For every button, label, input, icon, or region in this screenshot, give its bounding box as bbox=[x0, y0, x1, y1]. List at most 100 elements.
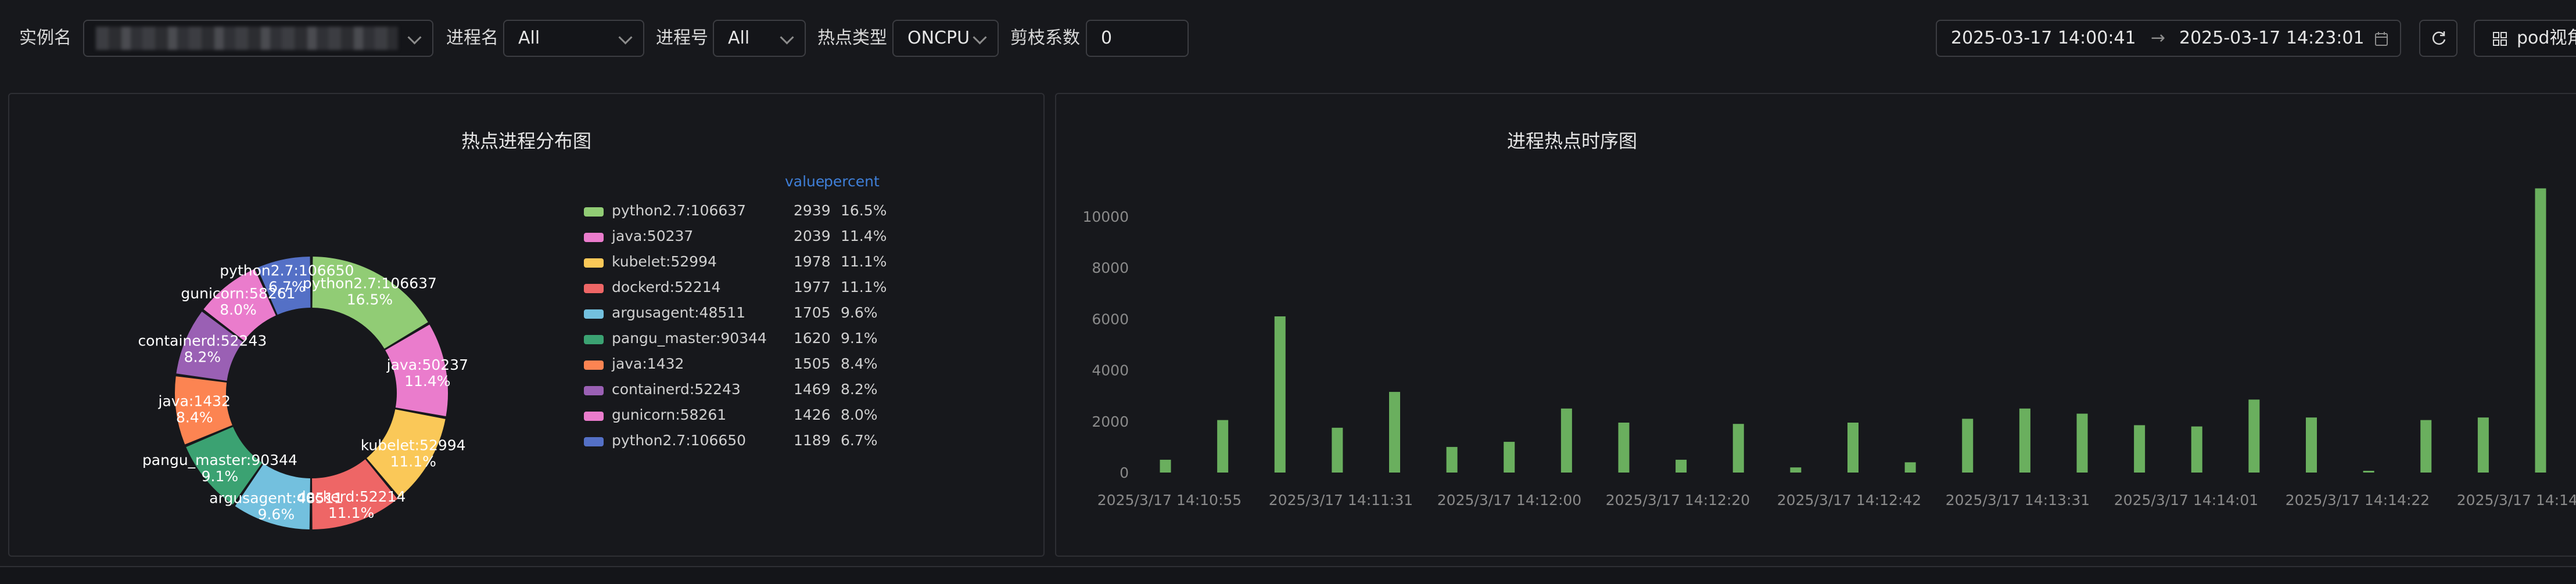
bar[interactable] bbox=[1904, 462, 1916, 473]
bar[interactable] bbox=[1676, 459, 1687, 473]
legend-swatch bbox=[584, 361, 604, 370]
bar[interactable] bbox=[1274, 316, 1286, 473]
bar[interactable] bbox=[2420, 420, 2432, 473]
legend-value: 1469 bbox=[794, 381, 831, 398]
bar[interactable] bbox=[2363, 471, 2374, 473]
slice-percent-label: 8.0% bbox=[220, 301, 257, 318]
legend-value: 1426 bbox=[794, 406, 831, 423]
bar[interactable] bbox=[2076, 413, 2088, 473]
bar[interactable] bbox=[1504, 442, 1515, 473]
slice-name-label: pangu_master:90344 bbox=[142, 452, 297, 468]
legend-name: pangu_master:90344 bbox=[612, 330, 767, 347]
x-tick-label: 2025/3/17 14:14:22 bbox=[2286, 492, 2430, 509]
pod-view-button[interactable]: pod视角 bbox=[2474, 20, 2576, 57]
process-distribution-panel: 热点进程分布图 python2.7:106637 16.5% java:50237 1… bbox=[8, 93, 1045, 557]
slice-name-label: kubelet:52994 bbox=[361, 437, 466, 454]
legend-percent: 8.4% bbox=[841, 355, 878, 372]
x-tick-label: 2025/3/17 14:12:00 bbox=[1437, 492, 1581, 509]
legend-name: python2.7:106650 bbox=[612, 432, 747, 449]
bar[interactable] bbox=[2248, 399, 2260, 473]
legend-value: 2039 bbox=[794, 228, 831, 244]
bar[interactable] bbox=[1332, 427, 1343, 473]
instance-select[interactable] bbox=[83, 20, 433, 57]
slice-percent-label: 8.4% bbox=[176, 409, 213, 426]
bar[interactable] bbox=[1389, 392, 1400, 473]
legend-swatch bbox=[584, 386, 604, 395]
legend-percent: 9.6% bbox=[841, 304, 878, 321]
start-time: 2025-03-17 14:00:41 bbox=[1951, 28, 2136, 48]
time-range-picker[interactable]: 2025-03-17 14:00:41 → 2025-03-17 14:23:0… bbox=[1936, 20, 2401, 57]
legend-percent: 16.5% bbox=[841, 202, 887, 219]
legend-percent: 6.7% bbox=[841, 432, 878, 449]
legend-value: 1705 bbox=[794, 304, 831, 321]
y-tick-label: 0 bbox=[1120, 464, 1129, 481]
pid-label: 进程号 bbox=[656, 28, 708, 48]
bar[interactable] bbox=[2535, 188, 2546, 473]
x-tick-label: 2025/3/17 14:12:20 bbox=[1606, 492, 1750, 509]
legend-value: 2939 bbox=[794, 202, 831, 219]
bar[interactable] bbox=[2477, 417, 2489, 473]
slice-percent-label: 9.6% bbox=[258, 506, 295, 523]
bar[interactable] bbox=[2306, 417, 2317, 473]
legend-percent: 11.4% bbox=[841, 228, 887, 244]
bar-chart: 0 2000 4000 6000 8000 10000 2025/3/17 14:10:5… bbox=[1082, 188, 2576, 509]
process-name-label: 进程名 bbox=[446, 28, 498, 48]
legend-swatch bbox=[584, 437, 604, 446]
legend-value: 1978 bbox=[794, 253, 831, 270]
chevron-down-icon bbox=[407, 30, 422, 45]
legend-swatch bbox=[584, 309, 604, 319]
grid-icon bbox=[2493, 32, 2507, 46]
legend-header-percent: percent bbox=[824, 173, 880, 190]
hotspot-type-value: ONCPU bbox=[907, 28, 970, 48]
legend-name: kubelet:52994 bbox=[612, 253, 717, 270]
slice-name-label: argusagent:48511 bbox=[209, 490, 343, 507]
chevron-down-icon bbox=[973, 30, 987, 45]
bar[interactable] bbox=[1790, 467, 1802, 473]
donut-chart: python2.7:10663716.5%java:5023711.4%kube… bbox=[138, 257, 468, 529]
legend-name: gunicorn:58261 bbox=[612, 406, 727, 423]
slice-percent-label: 6.7% bbox=[268, 278, 306, 295]
instance-label: 实例名 bbox=[19, 28, 71, 48]
y-tick-label: 4000 bbox=[1092, 362, 1129, 379]
hotspot-type-select[interactable]: ONCPU bbox=[892, 20, 999, 57]
legend-name: java:1432 bbox=[612, 355, 684, 372]
range-arrow-icon: → bbox=[2151, 28, 2166, 48]
bar[interactable] bbox=[1962, 419, 1974, 473]
legend-swatch bbox=[584, 207, 604, 217]
bar[interactable] bbox=[1847, 423, 1859, 473]
refresh-button[interactable] bbox=[2419, 20, 2457, 57]
y-tick-label: 10000 bbox=[1082, 208, 1129, 225]
legend-value: 1505 bbox=[794, 355, 831, 372]
bar[interactable] bbox=[1446, 446, 1458, 473]
legend-percent: 9.1% bbox=[841, 330, 878, 347]
slice-percent-label: 9.1% bbox=[202, 468, 239, 485]
legend-percent: 8.2% bbox=[841, 381, 878, 398]
x-tick-label: 2025/3/17 14:14:01 bbox=[2114, 492, 2258, 509]
legend-name: java:50237 bbox=[612, 228, 694, 244]
bar[interactable] bbox=[1560, 408, 1572, 473]
bar[interactable] bbox=[1618, 423, 1630, 473]
slice-name-label: python2.7:106650 bbox=[220, 262, 354, 279]
filter-toolbar: 实例名 进程名 All 进程号 All 热点类型 ONCPU 剪枝系数 0 20… bbox=[0, 0, 2576, 78]
bar[interactable] bbox=[1217, 420, 1229, 473]
pid-select[interactable]: All bbox=[713, 20, 806, 57]
y-tick-label: 2000 bbox=[1092, 413, 1129, 430]
chevron-down-icon bbox=[780, 30, 794, 45]
legend-swatch bbox=[584, 284, 604, 293]
slice-name-label: java:50237 bbox=[386, 356, 468, 373]
legend-name: argusagent:48511 bbox=[612, 304, 746, 321]
prune-input[interactable]: 0 bbox=[1086, 20, 1189, 57]
bar[interactable] bbox=[2134, 425, 2146, 473]
y-tick-label: 8000 bbox=[1092, 259, 1129, 276]
calendar-icon bbox=[2375, 32, 2388, 46]
process-name-select[interactable]: All bbox=[503, 20, 644, 57]
end-time: 2025-03-17 14:23:01 bbox=[2179, 28, 2365, 48]
legend-swatch bbox=[584, 335, 604, 344]
bar[interactable] bbox=[2019, 408, 2030, 473]
legend-header-value: value bbox=[785, 173, 825, 190]
bar[interactable] bbox=[1160, 459, 1171, 473]
bar[interactable] bbox=[2191, 426, 2202, 473]
pod-view-label: pod视角 bbox=[2517, 28, 2576, 48]
bar[interactable] bbox=[1732, 424, 1744, 473]
y-tick-label: 6000 bbox=[1092, 311, 1129, 327]
